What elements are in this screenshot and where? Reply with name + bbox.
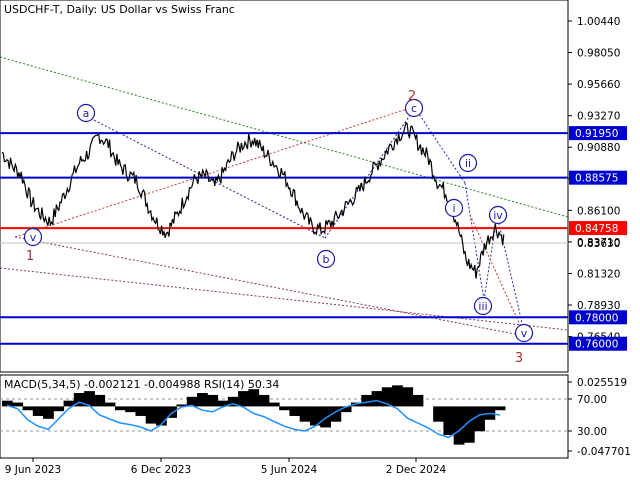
macd-bar [443,406,455,436]
chart-canvas[interactable]: vabciiiiiiivv123 1.004400.980500.956600.… [0,0,640,480]
y-tick-label: 0.78930 [577,300,620,312]
price-level-tag-label: 0.91950 [575,128,618,140]
macd-bar [94,394,106,407]
wave-label-plain: 1 [26,249,34,264]
wave-label-circled: iv [493,209,503,222]
wave-label-circled: a [83,107,90,120]
macd-bar [289,406,301,416]
indicator-y-tick-label: 0.025519 [577,377,627,389]
y-tick-label: 0.98050 [577,48,620,60]
main-chart-title: USDCHF-T, Daily: US Dollar vs Swiss Fran… [4,3,235,16]
indicator-y-tick-label: 30.00 [577,426,607,438]
macd-bar [279,406,290,411]
macd-bar [248,389,260,407]
macd-bar [104,402,116,407]
macd-bar [402,387,414,407]
macd-bar [145,406,157,424]
y-tick-label: 0.93270 [577,111,620,123]
macd-bar [238,391,249,407]
macd-bar [125,406,136,413]
price-level-tag-label: 0.76000 [575,339,618,351]
y-tick-label: 1.00440 [577,16,620,28]
macd-bar [12,402,24,407]
main-panel [0,0,569,373]
x-tick-label: 5 Jun 2024 [261,464,318,476]
current-price-label: 0.83630 [577,238,620,250]
macd-bar [258,394,270,407]
macd-bar [53,406,65,412]
indicator-y-tick-label: 70.00 [577,394,607,406]
macd-bar [392,385,403,407]
macd-bar [412,394,424,407]
macd-bar [22,406,34,411]
macd-bar [207,394,219,407]
wave-label-circled: ii [465,157,471,170]
price-level-tag-label: 0.78000 [575,312,618,324]
price-level-tag-label: 0.84758 [575,223,618,235]
wave-label-circled: b [323,253,330,266]
wave-label-circled: iii [478,300,487,313]
price-level-tag-label: 0.88575 [575,173,618,185]
macd-bar [433,406,444,422]
y-tick-label: 0.95660 [577,79,620,91]
wave-label-circled: v [521,327,528,340]
macd-bar [320,406,331,428]
macd-bar [361,394,373,407]
wave-label-circled: i [452,202,455,215]
macd-bar [32,406,44,416]
macd-bar [474,406,485,432]
macd-bar [43,406,54,419]
macd-bar [299,406,311,422]
x-tick-label: 6 Dec 2023 [131,464,191,476]
x-tick-label: 2 Dec 2024 [386,464,447,476]
macd-bar [155,406,167,426]
macd-bar [114,406,126,411]
x-tick-label: 9 Jun 2023 [5,464,61,476]
indicator-y-tick-label: -0.047701 [577,446,631,458]
macd-bar [135,406,147,416]
indicator-title: MACD(5,34,5) -0.002121 -0.004988 RSI(14)… [4,378,279,391]
macd-bar [268,402,280,407]
macd-bar [453,406,465,445]
wave-label-circled: v [30,231,37,244]
y-tick-label: 0.81320 [577,268,620,280]
wave-label-plain: 3 [515,351,523,366]
macd-bar [494,406,506,411]
wave-label-plain: 2 [408,89,416,104]
y-tick-label: 0.90880 [577,142,620,154]
y-tick-label: 0.86100 [577,205,620,217]
macd-bar [197,393,208,407]
macd-bar [371,391,383,407]
